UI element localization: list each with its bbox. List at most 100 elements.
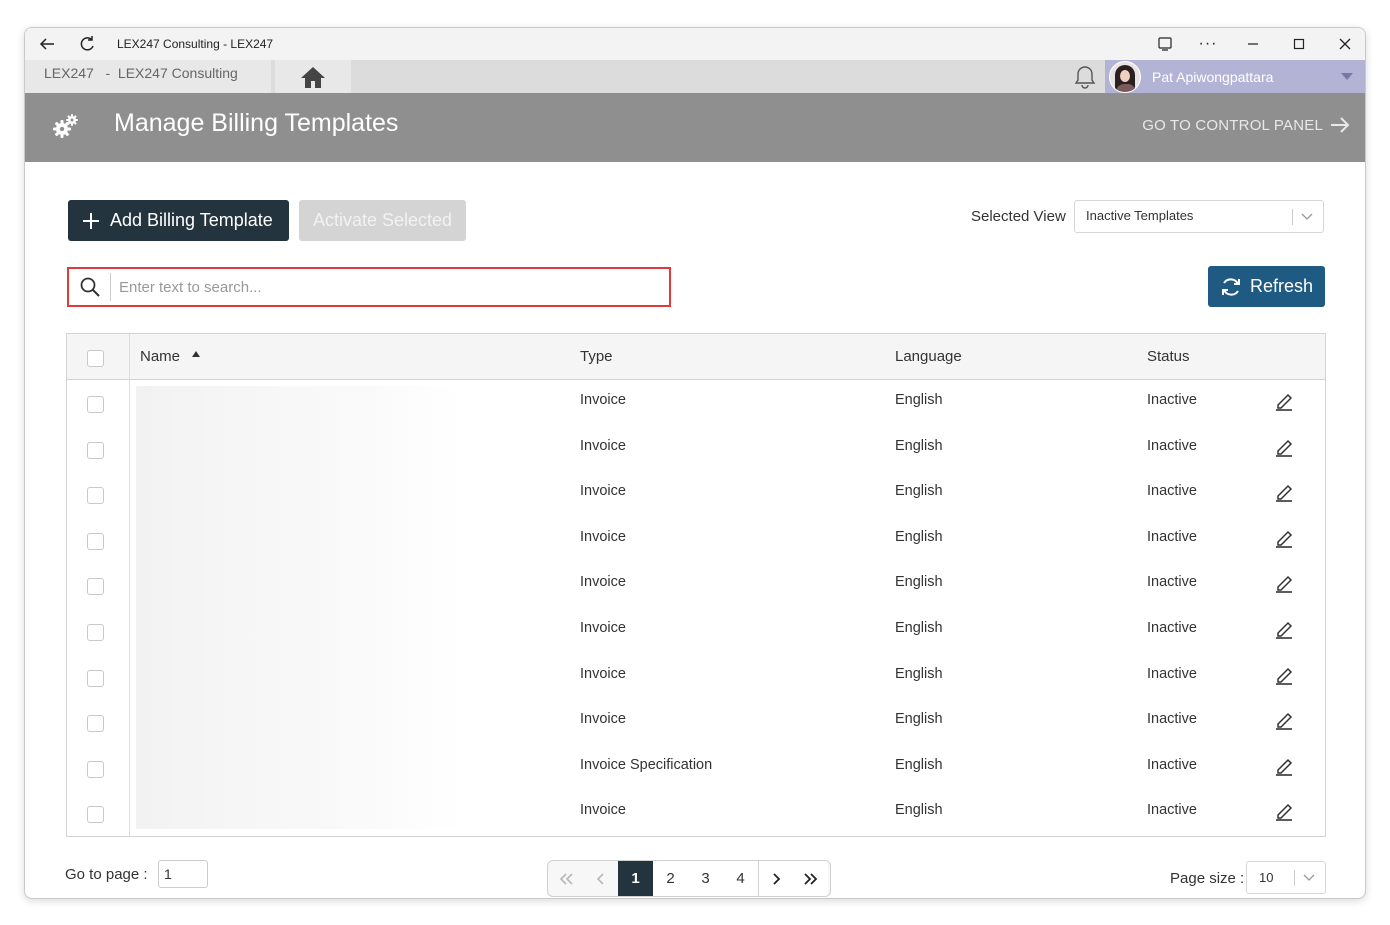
row-type: Invoice: [580, 528, 626, 545]
title-bar: LEX247 Consulting - LEX247 ···: [25, 28, 1365, 60]
edit-pencil-icon[interactable]: [1274, 709, 1294, 731]
row-status: Inactive: [1147, 574, 1197, 591]
double-chevron-left-icon: [559, 872, 573, 885]
redacted-names: [136, 386, 462, 829]
row-language: English: [895, 665, 943, 682]
selected-view-value: Inactive Templates: [1086, 208, 1194, 223]
edit-pencil-icon[interactable]: [1274, 436, 1294, 458]
row-status: Inactive: [1147, 437, 1197, 454]
add-billing-template-label: Add Billing Template: [110, 210, 273, 230]
app-tabs-row: LEX247 - LEX247 Consulting Pat Apiwongpa…: [25, 60, 1365, 93]
row-type: Invoice: [580, 574, 626, 591]
reload-button[interactable]: [75, 32, 99, 56]
bell-icon: [1074, 66, 1096, 89]
refresh-button[interactable]: Refresh: [1208, 266, 1325, 307]
prev-page-button[interactable]: [583, 861, 618, 896]
minimize-icon: [1248, 43, 1258, 45]
chevron-down-icon: [1303, 874, 1315, 881]
gears-icon: [53, 114, 78, 138]
row-checkbox[interactable]: [87, 396, 104, 413]
row-checkbox[interactable]: [87, 532, 104, 550]
row-checkbox[interactable]: [87, 487, 104, 505]
row-type: Invoice: [580, 483, 626, 500]
page-2-button[interactable]: 2: [653, 861, 688, 896]
close-button[interactable]: [1330, 32, 1360, 56]
row-type: Invoice: [580, 802, 626, 819]
edit-pencil-icon[interactable]: [1274, 800, 1294, 822]
breadcrumb-tab[interactable]: LEX247 - LEX247 Consulting: [25, 60, 271, 93]
home-icon: [301, 66, 325, 88]
activate-selected-button[interactable]: Activate Selected: [299, 200, 466, 241]
column-header-name[interactable]: Name: [140, 348, 201, 365]
row-language: English: [895, 711, 943, 728]
page-1-button[interactable]: 1: [618, 861, 653, 896]
more-dots-icon: ···: [1198, 35, 1218, 52]
user-menu[interactable]: Pat Apiwongpattara: [1105, 60, 1365, 93]
row-language: English: [895, 574, 943, 591]
caret-down-icon: [1341, 73, 1353, 80]
select-all-checkbox[interactable]: [87, 350, 104, 367]
refresh-icon: [1221, 277, 1240, 296]
search-input[interactable]: [119, 275, 659, 299]
go-to-control-panel-link[interactable]: GO TO CONTROL PANEL: [1142, 115, 1351, 135]
page-4-button[interactable]: 4: [723, 861, 758, 896]
maximize-button[interactable]: [1284, 32, 1314, 56]
page-header: Manage Billing Templates GO TO CONTROL P…: [25, 93, 1365, 162]
row-status: Inactive: [1147, 711, 1197, 728]
search-icon: [80, 277, 100, 297]
back-button[interactable]: [35, 32, 59, 56]
row-checkbox[interactable]: [87, 806, 104, 824]
column-header-language[interactable]: Language: [895, 348, 962, 365]
next-page-button[interactable]: [758, 861, 793, 896]
column-header-status[interactable]: Status: [1147, 348, 1190, 365]
column-header-type[interactable]: Type: [580, 348, 613, 365]
search-box: [67, 267, 671, 307]
page-size-value: 10: [1259, 870, 1274, 885]
chevron-down-icon: [1301, 213, 1313, 220]
go-to-page-input[interactable]: 1: [158, 860, 208, 888]
row-type: Invoice: [580, 665, 626, 682]
row-checkbox[interactable]: [87, 760, 104, 778]
row-status: Inactive: [1147, 665, 1197, 682]
edit-pencil-icon[interactable]: [1274, 664, 1294, 686]
row-type: Invoice: [580, 437, 626, 454]
page-title: Manage Billing Templates: [114, 109, 399, 137]
row-checkbox[interactable]: [87, 624, 104, 641]
arrow-right-icon: [1331, 117, 1350, 133]
edit-pencil-icon[interactable]: [1274, 481, 1294, 503]
first-page-button[interactable]: [548, 861, 583, 896]
row-language: English: [895, 756, 943, 773]
row-type: Invoice: [580, 620, 626, 636]
minimize-button[interactable]: [1238, 32, 1268, 56]
edit-pencil-icon[interactable]: [1274, 755, 1294, 777]
avatar: [1109, 60, 1141, 93]
sort-ascending-icon: [192, 351, 201, 357]
edit-pencil-icon[interactable]: [1274, 572, 1294, 594]
row-type: Invoice: [580, 711, 626, 728]
cast-icon: [1158, 37, 1172, 51]
row-checkbox[interactable]: [87, 669, 104, 687]
row-type: Invoice Specification: [580, 756, 713, 773]
row-language: English: [895, 528, 943, 545]
row-checkbox[interactable]: [87, 441, 104, 459]
more-options-button[interactable]: ···: [1193, 32, 1223, 56]
edit-pencil-icon[interactable]: [1274, 618, 1294, 640]
row-status: Inactive: [1147, 756, 1197, 773]
edit-pencil-icon[interactable]: [1274, 390, 1294, 412]
notifications-button[interactable]: [1071, 64, 1099, 90]
add-billing-template-button[interactable]: Add Billing Template: [68, 200, 289, 241]
row-language: English: [895, 483, 943, 500]
last-page-button[interactable]: [793, 861, 828, 896]
home-tab[interactable]: [275, 60, 351, 93]
go-to-control-panel-label: GO TO CONTROL PANEL: [1142, 116, 1323, 134]
row-status: Inactive: [1147, 392, 1197, 408]
grid-header: Name Type Language Status: [67, 334, 1325, 380]
page-3-button[interactable]: 3: [688, 861, 723, 896]
page-size-dropdown[interactable]: 10: [1246, 861, 1326, 894]
row-type: Invoice: [580, 392, 626, 408]
edit-pencil-icon[interactable]: [1274, 527, 1294, 549]
selected-view-dropdown[interactable]: Inactive Templates: [1074, 200, 1324, 233]
row-checkbox[interactable]: [87, 578, 104, 596]
cast-button[interactable]: [1150, 32, 1180, 56]
row-checkbox[interactable]: [87, 715, 104, 733]
